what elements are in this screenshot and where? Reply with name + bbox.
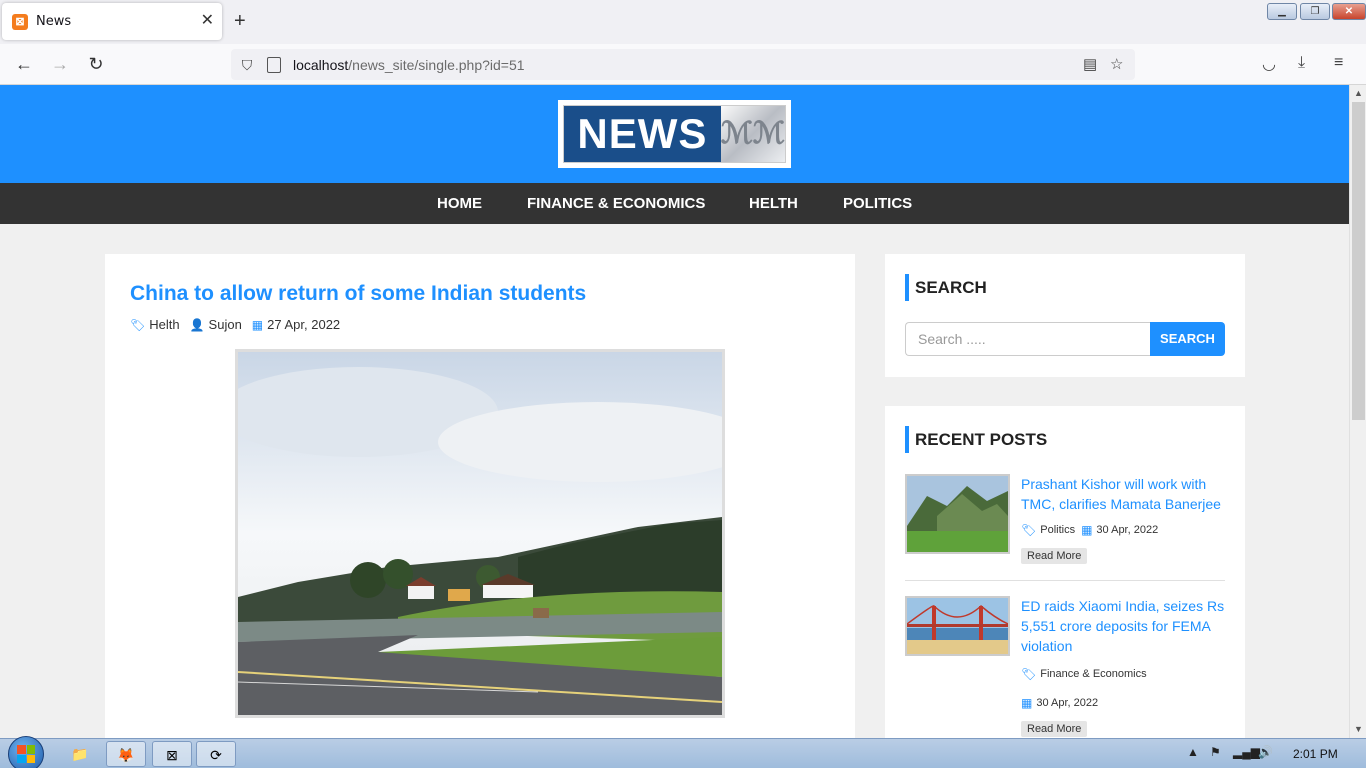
site-header: NEWS ℳℳ xyxy=(0,85,1349,183)
search-widget: SEARCH Search ..... SEARCH xyxy=(885,254,1245,377)
bookmark-star-icon[interactable]: ☆ xyxy=(1110,55,1123,73)
recent-post-thumbnail[interactable] xyxy=(905,596,1010,656)
volume-icon[interactable]: 🔊 xyxy=(1258,745,1273,759)
recent-post-category[interactable]: Politics xyxy=(1040,524,1075,536)
taskbar: 📁 🦊 ⊠ ⟳ ▲ ⚑ ▂▄▆ 🔊 2:01 PM xyxy=(0,736,1366,768)
read-more-button[interactable]: Read More xyxy=(1021,721,1088,737)
recent-post-date: 30 Apr, 2022 xyxy=(1036,697,1099,709)
user-icon: 👤 xyxy=(189,317,205,332)
recent-post-title[interactable]: ED raids Xiaomi India, seizes Rs 5,551 c… xyxy=(1021,596,1231,656)
tag-icon: 🏷 xyxy=(1021,523,1037,537)
search-input[interactable]: Search ..... xyxy=(905,322,1151,356)
recent-post-category[interactable]: Finance & Economics xyxy=(1040,668,1146,680)
reload-icon[interactable]: ↻ xyxy=(84,53,108,75)
post-date: 27 Apr, 2022 xyxy=(267,317,341,332)
forward-arrow-icon[interactable]: → xyxy=(48,53,72,75)
recent-post-title[interactable]: Prashant Kishor will work with TMC, clar… xyxy=(1021,474,1231,514)
pocket-icon[interactable]: ◡ xyxy=(1262,54,1276,74)
recent-post-meta: 🏷 Politics ▦ 30 Apr, 2022 xyxy=(1021,523,1158,537)
post-meta: 🏷 Helth 👤 Sujon ▦ 27 Apr, 2022 xyxy=(130,317,340,332)
scroll-thumb[interactable] xyxy=(1352,102,1365,420)
menu-hamburger-icon[interactable]: ≡ xyxy=(1334,54,1343,72)
browser-toolbar: ← → ↻ ⛉ localhost/news_site/single.php?i… xyxy=(0,44,1366,85)
explorer-icon[interactable]: 📁 xyxy=(60,741,100,767)
url-path: /news_site/single.php?id=51 xyxy=(348,56,525,73)
site-logo[interactable]: NEWS ℳℳ xyxy=(558,100,791,168)
xampp-favicon-icon: ⊠ xyxy=(12,13,28,30)
tag-icon: 🏷 xyxy=(1021,667,1037,681)
scroll-up-icon[interactable]: ▲ xyxy=(1350,85,1366,102)
abc-logo-icon: ℳℳ xyxy=(720,106,785,162)
minimize-button[interactable]: ▁ xyxy=(1267,3,1297,20)
post-title[interactable]: China to allow return of some Indian stu… xyxy=(130,282,586,306)
menu-item-health[interactable]: HELTH xyxy=(749,183,798,224)
recent-post-item: ED raids Xiaomi India, seizes Rs 5,551 c… xyxy=(905,596,1225,738)
tracking-shield-icon[interactable]: ⛉ xyxy=(239,57,255,73)
reader-view-icon[interactable]: ▤ xyxy=(1083,55,1097,73)
tray-expand-icon[interactable]: ▲ xyxy=(1187,745,1199,759)
landscape-photo xyxy=(238,352,722,715)
recent-post-item: Prashant Kishor will work with TMC, clar… xyxy=(905,474,1225,570)
download-icon[interactable]: ⤓ xyxy=(1298,54,1305,72)
search-widget-title: SEARCH xyxy=(905,274,987,301)
recent-posts-widget: RECENT POSTS Prashant Kishor will work w… xyxy=(885,406,1245,738)
url-text[interactable]: localhost/news_site/single.php?id=51 xyxy=(293,57,525,73)
close-window-button[interactable]: ✕ xyxy=(1332,3,1366,20)
page-viewport: NEWS ℳℳ HOME FINANCE & ECONOMICS HELTH P… xyxy=(0,85,1349,738)
url-host: localhost xyxy=(293,56,349,73)
calendar-icon: ▦ xyxy=(1081,523,1093,537)
taskbar-clock[interactable]: 2:01 PM xyxy=(1293,747,1338,761)
tab-close-icon[interactable]: ✕ xyxy=(201,12,214,30)
main-menu: HOME FINANCE & ECONOMICS HELTH POLITICS xyxy=(0,183,1349,224)
xampp-icon[interactable]: ⊠ xyxy=(152,741,192,767)
app-icon[interactable]: ⟳ xyxy=(196,741,236,767)
search-button[interactable]: SEARCH xyxy=(1150,322,1225,356)
tab-title: News xyxy=(36,14,72,29)
recent-post-date-row: ▦ 30 Apr, 2022 xyxy=(1021,696,1098,710)
recent-posts-title: RECENT POSTS xyxy=(905,426,1047,453)
post-card: China to allow return of some Indian stu… xyxy=(105,254,855,738)
divider xyxy=(905,580,1225,581)
back-arrow-icon[interactable]: ← xyxy=(12,53,36,75)
tag-icon: 🏷 xyxy=(130,317,146,332)
url-bar[interactable]: ⛉ localhost/news_site/single.php?id=51 ▤… xyxy=(231,49,1135,80)
windows-logo-icon xyxy=(17,745,35,763)
recent-post-date: 30 Apr, 2022 xyxy=(1096,524,1159,536)
mountain-thumbnail xyxy=(907,476,1008,552)
post-category[interactable]: Helth xyxy=(149,317,179,332)
menu-item-finance[interactable]: FINANCE & ECONOMICS xyxy=(527,183,705,224)
scroll-down-icon[interactable]: ▼ xyxy=(1350,721,1366,738)
post-author[interactable]: Sujon xyxy=(209,317,242,332)
network-icon[interactable]: ▂▄▆ xyxy=(1233,745,1260,759)
read-more-button[interactable]: Read More xyxy=(1021,548,1088,564)
firefox-icon[interactable]: 🦊 xyxy=(106,741,146,767)
start-button[interactable] xyxy=(8,736,44,768)
browser-tab[interactable]: ⊠ News ✕ xyxy=(2,3,222,40)
logo-box: NEWS ℳℳ xyxy=(563,105,786,163)
action-center-icon[interactable]: ⚑ xyxy=(1210,745,1221,759)
logo-text: NEWS xyxy=(564,106,721,162)
browser-tab-bar: ⊠ News ✕ + ▁ ❐ ✕ xyxy=(0,0,1366,44)
recent-post-category-row: 🏷 Finance & Economics xyxy=(1021,667,1147,681)
restore-button[interactable]: ❐ xyxy=(1300,3,1330,20)
recent-post-thumbnail[interactable] xyxy=(905,474,1010,554)
menu-item-home[interactable]: HOME xyxy=(437,183,482,224)
post-image xyxy=(235,349,725,718)
page-scrollbar[interactable]: ▲ ▼ xyxy=(1349,85,1366,738)
page-info-icon[interactable] xyxy=(267,56,281,73)
calendar-icon: ▦ xyxy=(1021,696,1033,710)
menu-item-politics[interactable]: POLITICS xyxy=(843,183,912,224)
new-tab-button[interactable]: + xyxy=(234,11,246,31)
calendar-icon: ▦ xyxy=(251,317,264,332)
bridge-thumbnail xyxy=(907,598,1008,654)
